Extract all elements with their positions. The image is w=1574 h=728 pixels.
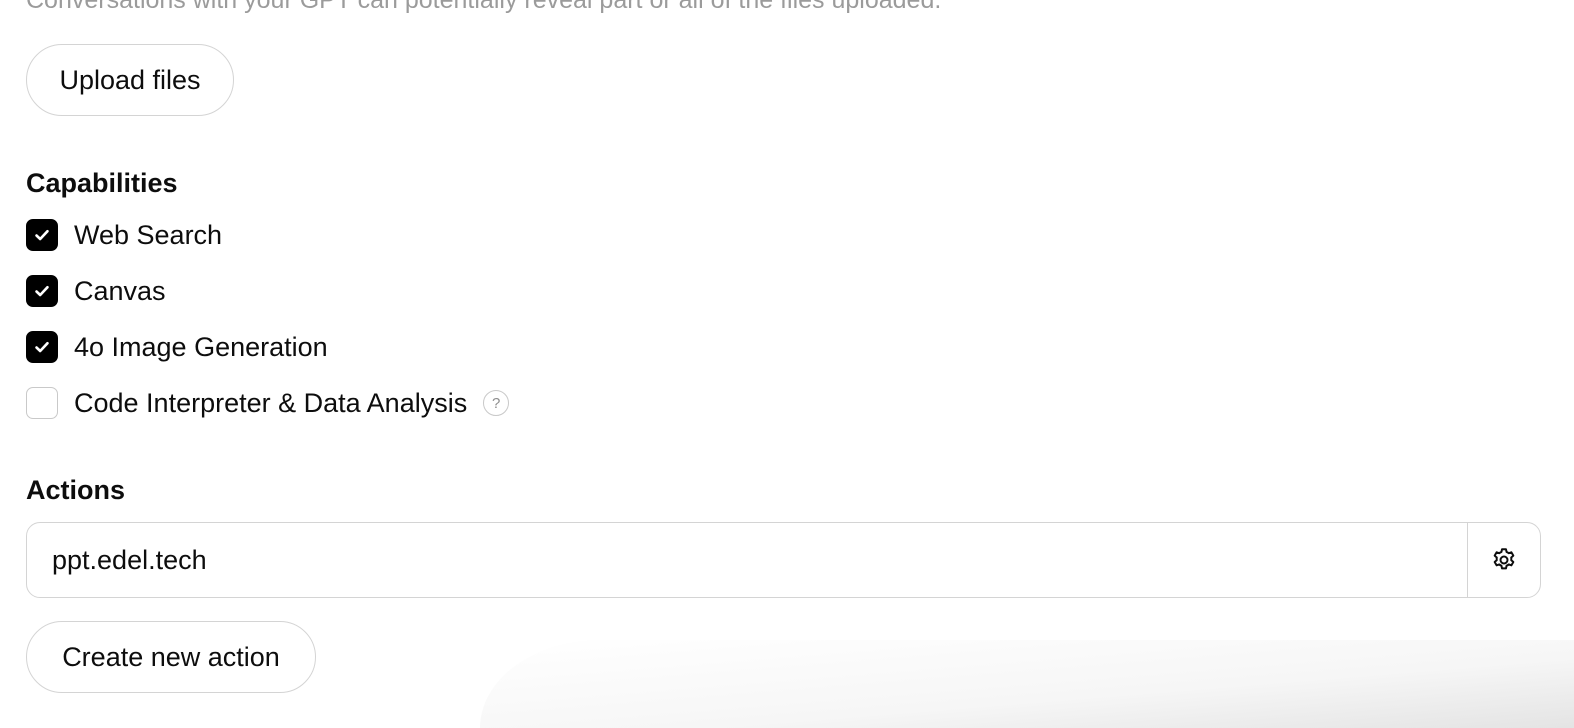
web-search-checkbox[interactable] bbox=[26, 219, 58, 251]
bottom-shadow-overlay bbox=[480, 640, 1574, 728]
actions-heading: Actions bbox=[26, 475, 126, 505]
create-new-action-button[interactable]: Create new action bbox=[26, 621, 316, 693]
canvas-checkbox[interactable] bbox=[26, 275, 58, 307]
checkmark-icon bbox=[35, 341, 49, 353]
image-generation-checkbox[interactable] bbox=[26, 331, 58, 363]
capabilities-heading: Capabilities bbox=[26, 168, 178, 198]
image-generation-label: 4o Image Generation bbox=[74, 331, 328, 362]
gpt-configure-panel: Conversations with your GPT can potentia… bbox=[0, 0, 1574, 728]
upload-files-button[interactable]: Upload files bbox=[26, 44, 234, 116]
action-item: ppt.edel.tech bbox=[26, 522, 1541, 598]
capability-image-generation[interactable]: 4o Image Generation bbox=[26, 331, 328, 363]
capability-code-interpreter[interactable]: Code Interpreter & Data Analysis ? bbox=[26, 387, 510, 419]
capability-canvas[interactable]: Canvas bbox=[26, 275, 166, 307]
action-settings-button[interactable] bbox=[1467, 523, 1540, 597]
action-domain[interactable]: ppt.edel.tech bbox=[27, 545, 1467, 576]
web-search-label: Web Search bbox=[74, 219, 223, 250]
checkmark-icon bbox=[35, 229, 49, 241]
gear-icon bbox=[1493, 548, 1515, 570]
canvas-label: Canvas bbox=[74, 275, 166, 306]
capability-web-search[interactable]: Web Search bbox=[26, 219, 222, 251]
code-interpreter-checkbox[interactable] bbox=[26, 387, 58, 419]
checkmark-icon bbox=[35, 285, 49, 297]
help-icon[interactable]: ? bbox=[483, 390, 510, 416]
code-interpreter-label: Code Interpreter & Data Analysis bbox=[74, 387, 468, 418]
files-note: Conversations with your GPT can potentia… bbox=[26, 0, 942, 14]
